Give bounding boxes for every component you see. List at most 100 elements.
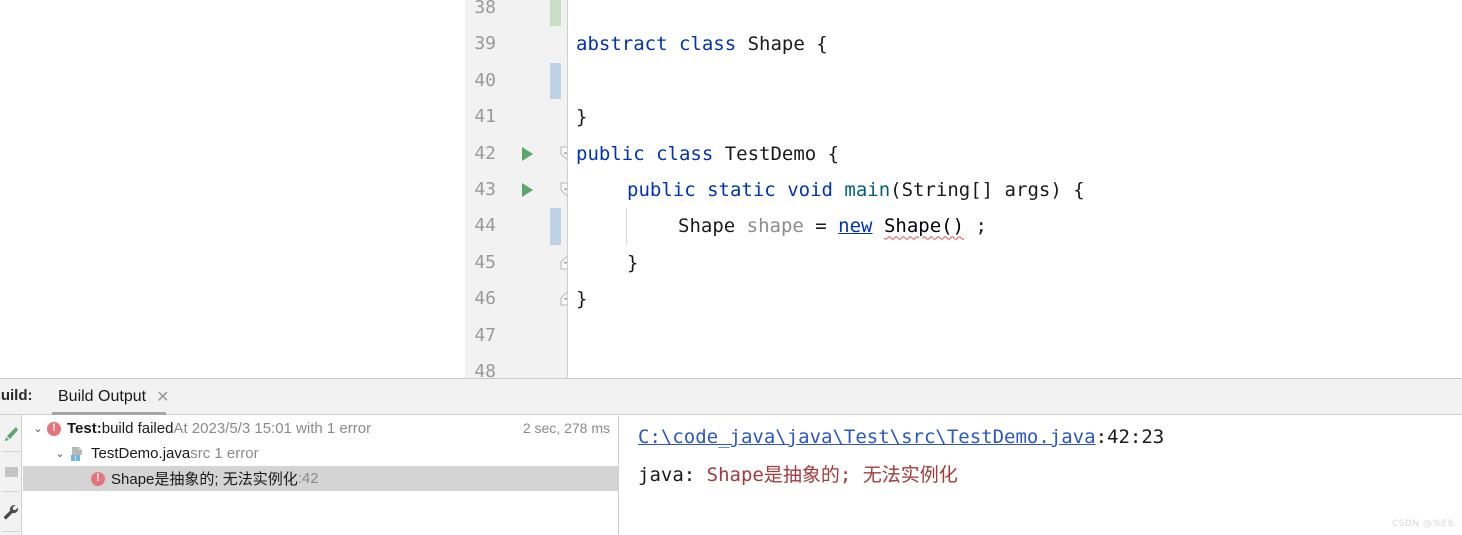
- error-message-line: java: Shape是抽象的; 无法实例化: [638, 460, 1462, 487]
- code-token: public: [576, 142, 645, 165]
- gutter-row[interactable]: 40: [465, 62, 568, 100]
- error-message-prefix: java:: [638, 464, 707, 486]
- line-number: 43: [474, 179, 496, 200]
- code-token: }: [627, 251, 639, 274]
- rerun-icon[interactable]: [0, 417, 22, 451]
- code-line[interactable]: public static void main(String[] args) {: [568, 172, 1462, 208]
- tree-row-title: TestDemo.java: [91, 445, 191, 462]
- code-token: TestDemo {: [713, 142, 840, 165]
- build-toolbar-strip: [0, 415, 22, 535]
- stop-icon[interactable]: [0, 455, 22, 489]
- tree-no-chevron: [73, 466, 91, 491]
- code-line[interactable]: [568, 63, 1462, 99]
- build-tree-row[interactable]: ! Shape是抽象的; 无法实例化 :42: [23, 466, 618, 491]
- gutter-row[interactable]: 44: [465, 208, 568, 245]
- tree-row-subtitle: At 2023/5/3 15:01 with 1 error: [173, 420, 372, 437]
- gutter-row[interactable]: 38: [465, 0, 568, 27]
- code-line[interactable]: }: [568, 281, 1462, 317]
- editor-left-blank-region: [0, 0, 465, 378]
- code-line[interactable]: public class TestDemo {: [568, 136, 1462, 172]
- gutter-row[interactable]: 39: [465, 26, 568, 62]
- run-gutter-icon[interactable]: [522, 146, 533, 161]
- csdn-watermark: CSDN @%E8: [1392, 519, 1454, 529]
- tab-build-output[interactable]: Build Output ✕: [48, 379, 181, 415]
- build-error-detail-pane: C:\code_java\java\Test\src\TestDemo.java…: [620, 416, 1462, 535]
- code-token: public: [627, 179, 696, 201]
- settings-wrench-icon[interactable]: [0, 495, 22, 529]
- code-token: ;: [964, 215, 987, 238]
- gutter-row[interactable]: 42: [465, 136, 568, 172]
- code-token: static: [707, 179, 776, 201]
- tab-active-underline: [52, 412, 166, 415]
- error-line-column: :42:23: [1095, 426, 1165, 448]
- build-window-label: Build:: [0, 387, 33, 404]
- code-line[interactable]: }: [568, 245, 1462, 281]
- code-token: abstract: [576, 33, 668, 56]
- toolbar-divider-2: [2, 491, 20, 492]
- line-number: 39: [474, 33, 496, 55]
- code-line[interactable]: abstract class Shape {: [568, 26, 1462, 62]
- gutter-row[interactable]: 45: [465, 245, 568, 281]
- code-line[interactable]: }: [568, 99, 1462, 135]
- build-output-tree[interactable]: 2 sec, 278 ms ⌄! Test: build failed At 20…: [23, 416, 619, 535]
- ide-window: 38 39 40 41 42 43 44 45 46 47 48 abstract class Sh…: [0, 0, 1462, 535]
- code-text-pane[interactable]: abstract class Shape {} public class Test…: [568, 0, 1462, 378]
- error-file-link[interactable]: C:\code_java\java\Test\src\TestDemo.java: [638, 426, 1096, 448]
- error-location-line: C:\code_java\java\Test\src\TestDemo.java…: [638, 426, 1462, 448]
- code-token: shape: [746, 215, 804, 238]
- code-line[interactable]: [568, 318, 1462, 354]
- gutter-row[interactable]: 41: [465, 99, 568, 135]
- code-token: new: [838, 215, 873, 238]
- line-number: 44: [474, 215, 496, 237]
- line-number: 45: [474, 251, 496, 273]
- line-number: 41: [474, 106, 496, 128]
- close-icon[interactable]: ✕: [156, 387, 169, 407]
- chevron-down-icon[interactable]: ⌄: [29, 416, 47, 441]
- code-token: main: [844, 179, 891, 201]
- toolbar-divider-3: [2, 531, 20, 532]
- indent-guide: [626, 208, 627, 245]
- line-number: 47: [474, 324, 496, 346]
- build-tab-bar: Build: Build Output ✕: [0, 379, 1462, 415]
- build-tree-row[interactable]: ⌄! Test: build failed At 2023/5/3 15:01 w…: [23, 416, 618, 441]
- code-line[interactable]: Shape shape = new Shape() ;: [568, 208, 1462, 244]
- code-line[interactable]: [568, 0, 1462, 26]
- code-token: (String[] args) {: [890, 179, 1085, 201]
- code-token: Shape(): [883, 215, 965, 238]
- editor-gutter[interactable]: 38 39 40 41 42 43 44 45 46 47 48: [465, 0, 568, 382]
- code-token: }: [576, 106, 588, 129]
- line-number: 38: [474, 0, 496, 18]
- editor-area: 38 39 40 41 42 43 44 45 46 47 48 abstract class Sh…: [0, 0, 1462, 382]
- tree-row-title: Shape是抽象的; 无法实例化: [111, 471, 298, 488]
- tree-row-title-bold: Test:: [67, 420, 102, 437]
- toolbar-divider-1: [2, 451, 20, 452]
- gutter-row[interactable]: 46: [465, 281, 568, 317]
- build-tool-window: Build: Build Output ✕: [0, 378, 1462, 535]
- tab-build-output-label: Build Output: [58, 388, 147, 405]
- java-file-icon: J: [69, 446, 85, 462]
- code-token: Shape {: [736, 33, 828, 56]
- tree-row-subtitle: src 1 error: [190, 445, 259, 462]
- line-number: 42: [474, 142, 496, 164]
- error-message-text: Shape是抽象的; 无法实例化: [706, 464, 958, 486]
- vcs-change-marker[interactable]: [550, 0, 561, 27]
- run-gutter-icon[interactable]: [522, 183, 533, 197]
- code-token: class: [656, 142, 714, 165]
- error-icon: !: [47, 421, 61, 436]
- build-tree-row[interactable]: ⌄ J TestDemo.java src 1 error: [23, 441, 618, 466]
- gutter-row[interactable]: 47: [465, 318, 568, 354]
- vcs-change-marker[interactable]: [550, 208, 561, 245]
- tree-row-subtitle: :42: [297, 470, 319, 487]
- gutter-row[interactable]: 43: [465, 172, 568, 208]
- line-number: 40: [474, 69, 496, 91]
- code-token: void: [787, 179, 833, 201]
- code-token: =: [803, 215, 839, 238]
- chevron-down-icon[interactable]: ⌄: [51, 441, 69, 466]
- code-token: class: [678, 33, 737, 56]
- vcs-change-marker[interactable]: [550, 62, 561, 100]
